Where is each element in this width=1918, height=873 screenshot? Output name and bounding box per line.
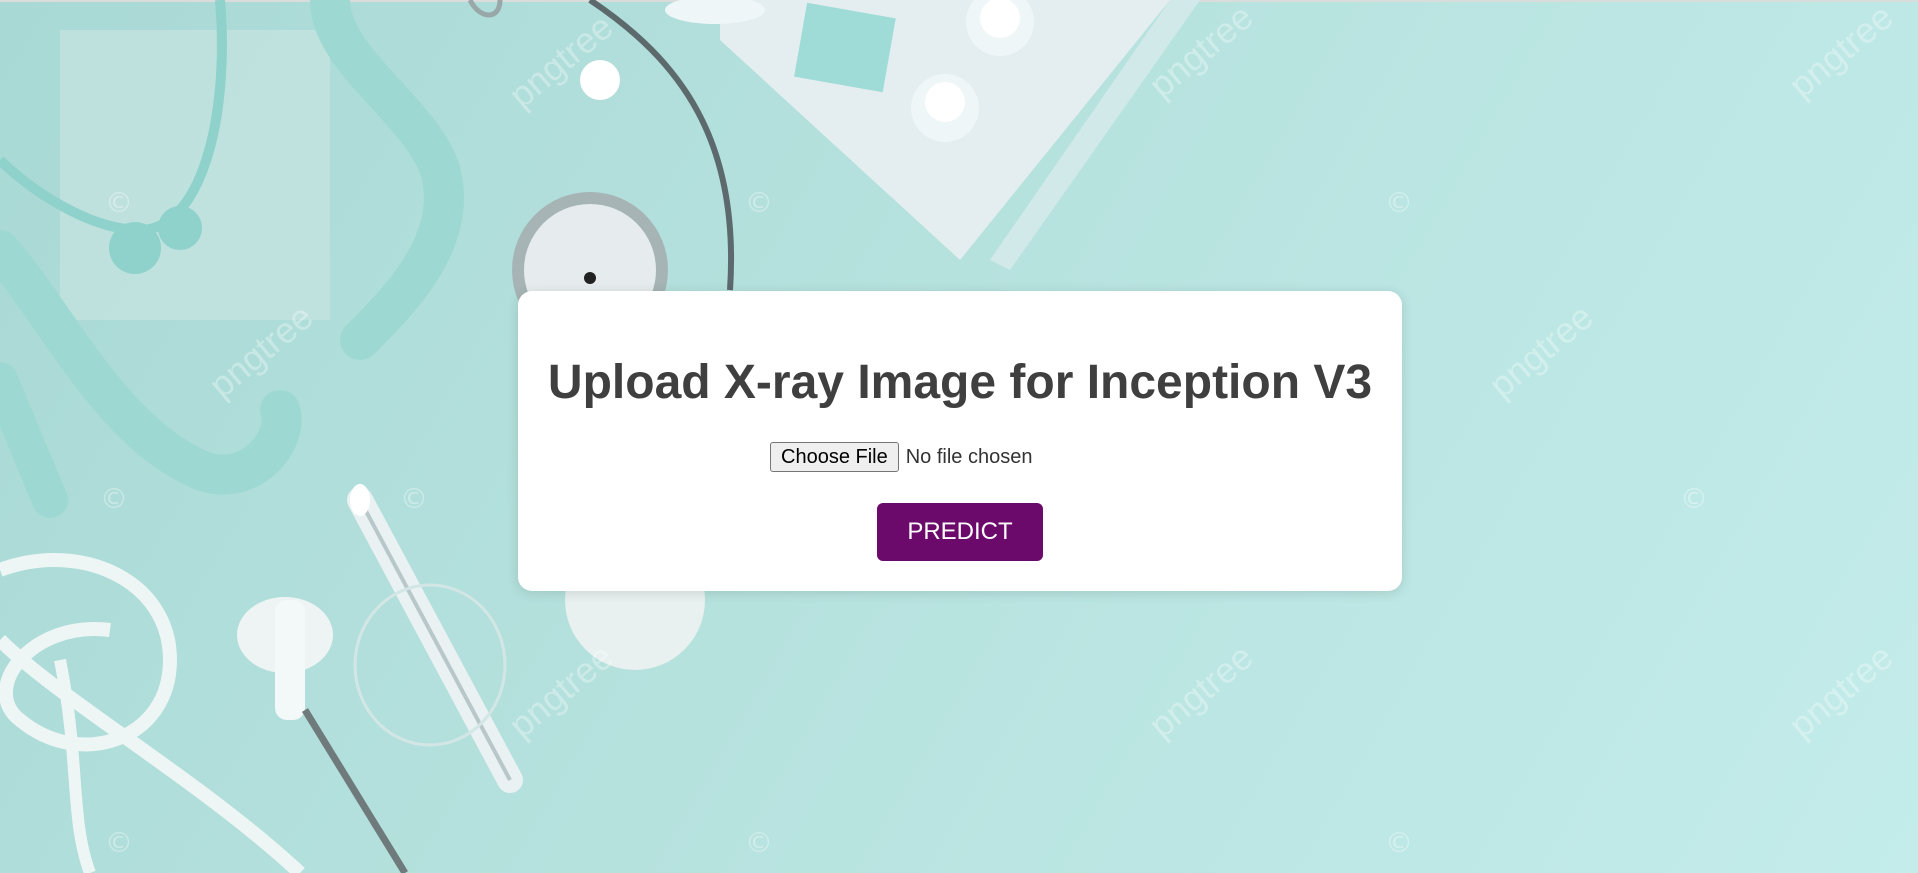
cup-middle-inner [925,82,965,122]
paper-sheet-left [60,30,330,320]
stethoscope-earpiece-1 [109,222,161,274]
syringe-cap [350,484,370,516]
cable-lower [54,658,96,873]
page-title: Upload X-ray Image for Inception V3 [547,356,1373,409]
tube-segment [0,362,68,518]
u-bracket-top [310,0,464,360]
choose-file-button[interactable]: Choose File [770,442,899,472]
stethoscope-earpiece-2 [158,206,202,250]
stethoscope-ball [580,60,620,100]
page: pngtree pngtree pngtree pngtree pngtree … [0,0,1918,873]
stethoscope-clip [467,0,503,18]
cable-long [0,635,305,873]
stethoscope-chestpiece-center [584,272,596,284]
file-status-text: No file chosen [905,445,1033,468]
hammer-neck [275,600,305,720]
syringe-inner [358,499,512,781]
predict-button[interactable]: PREDICT [877,503,1043,561]
file-input[interactable]: Choose File No file chosen [770,441,1032,473]
upload-card: Upload X-ray Image for Inception V3 Choo… [518,291,1402,591]
square-block [794,2,896,93]
